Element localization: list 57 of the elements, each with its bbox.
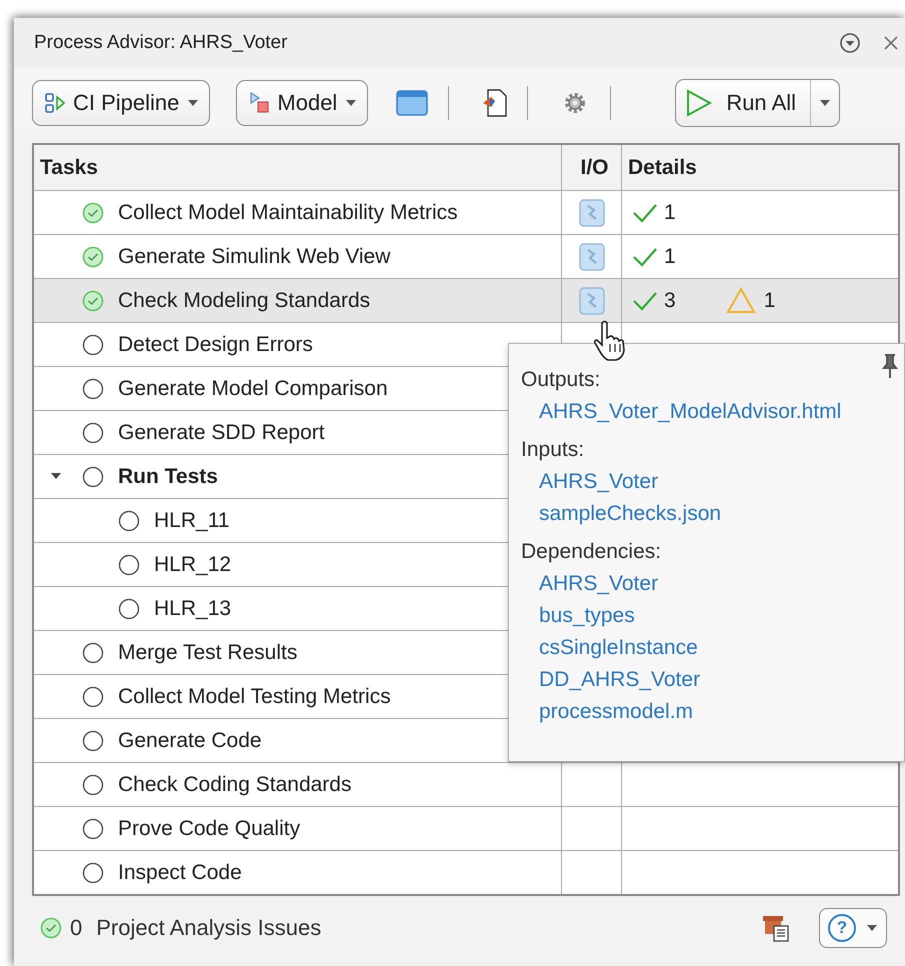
task-name: Generate Model Comparison	[118, 376, 388, 400]
file-link[interactable]: AHRS_Voter	[539, 466, 658, 498]
task-name: Check Coding Standards	[118, 772, 352, 796]
file-link[interactable]: bus_types	[539, 600, 635, 632]
panel-icon[interactable]	[396, 90, 428, 116]
task-name: HLR_12	[154, 552, 232, 576]
task-name: Generate Simulink Web View	[118, 244, 390, 268]
column-header[interactable]: I/O	[562, 145, 622, 190]
passed-count: 1	[664, 200, 676, 224]
task-row[interactable]: Check Modeling Standards 3 1	[34, 278, 898, 322]
dropdown-menu-icon[interactable]	[839, 32, 861, 54]
task-name: Collect Model Testing Metrics	[118, 684, 391, 708]
task-name: Merge Test Results	[118, 640, 298, 664]
issue-count: 0	[70, 915, 82, 941]
file-link[interactable]: csSingleInstance	[539, 632, 698, 664]
passed-count: 3	[664, 288, 676, 312]
check-icon	[632, 290, 658, 312]
window-title: Process Advisor: AHRS_Voter	[34, 32, 288, 54]
task-row[interactable]: Prove Code Quality	[34, 806, 898, 850]
file-link[interactable]: sampleChecks.json	[539, 498, 722, 530]
task-row[interactable]: Inspect Code	[34, 850, 898, 894]
archive-icon[interactable]	[761, 913, 791, 943]
help-button[interactable]: ?	[819, 908, 887, 948]
task-name: Collect Model Maintainability Metrics	[118, 200, 458, 224]
issues-label[interactable]: Project Analysis Issues	[96, 915, 322, 941]
model-dropdown[interactable]: Model	[236, 80, 368, 126]
pin-icon[interactable]	[882, 354, 898, 380]
passed-count: 1	[664, 244, 676, 268]
task-row[interactable]: Collect Model Maintainability Metrics 1	[34, 190, 898, 234]
caret-icon	[866, 924, 878, 932]
check-icon	[632, 202, 658, 224]
task-name: Generate SDD Report	[118, 420, 325, 444]
task-name: Run Tests	[118, 464, 218, 488]
column-header[interactable]: Details	[622, 145, 898, 190]
column-header[interactable]: Tasks	[34, 145, 562, 190]
section-heading: Outputs:	[521, 367, 600, 393]
pipeline-icon	[45, 92, 65, 114]
success-icon	[40, 917, 62, 939]
warning-count: 1	[764, 288, 776, 312]
play-icon	[686, 89, 712, 117]
document-icon[interactable]	[481, 89, 508, 117]
caret-icon	[345, 99, 358, 107]
close-icon[interactable]	[883, 35, 899, 51]
pipeline-dropdown[interactable]: CI Pipeline	[32, 80, 210, 126]
task-name: Check Modeling Standards	[118, 288, 370, 312]
task-name: Detect Design Errors	[118, 332, 313, 356]
task-name: Inspect Code	[118, 860, 242, 884]
warning-icon	[726, 287, 756, 314]
task-name: Generate Code	[118, 728, 262, 752]
task-name: Prove Code Quality	[118, 816, 300, 840]
caret-icon	[187, 99, 200, 107]
check-icon	[632, 246, 658, 268]
model-icon	[249, 92, 270, 114]
task-name: HLR_11	[154, 508, 230, 532]
section-heading: Dependencies:	[521, 539, 662, 565]
task-name: HLR_13	[154, 596, 232, 620]
caret-icon	[819, 99, 832, 107]
